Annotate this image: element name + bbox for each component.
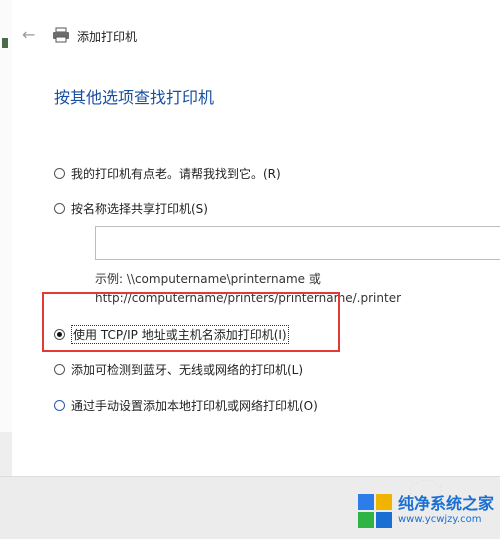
option-manual-settings-label: 通过手动设置添加本地打印机或网络打印机(O) — [71, 399, 318, 413]
windows-logo-icon — [358, 494, 392, 528]
example-line-1: 示例: \\computername\printername 或 — [95, 272, 321, 286]
page-title: 按其他选项查找打印机 — [54, 88, 215, 107]
watermark: 纯净系统之家 www.ycwjzy.com — [358, 494, 494, 528]
left-panel-fragment — [0, 432, 12, 478]
radio-manual-settings[interactable] — [54, 400, 65, 411]
shared-printer-name-input[interactable] — [95, 226, 500, 260]
watermark-title: 纯净系统之家 — [398, 494, 495, 513]
option-old-printer[interactable]: 我的打印机有点老。请帮我找到它。(R) — [54, 165, 281, 182]
printer-icon — [53, 27, 69, 43]
left-edge-icon — [2, 38, 8, 48]
option-tcpip[interactable]: 使用 TCP/IP 地址或主机名添加打印机(I) — [54, 325, 289, 344]
option-old-printer-label: 我的打印机有点老。请帮我找到它。(R) — [71, 167, 281, 181]
radio-old-printer[interactable] — [54, 168, 65, 179]
radio-shared-printer[interactable] — [54, 203, 65, 214]
option-tcpip-label: 使用 TCP/IP 地址或主机名添加打印机(I) — [71, 325, 289, 344]
option-shared-printer[interactable]: 按名称选择共享打印机(S) — [54, 200, 208, 217]
back-arrow-icon[interactable]: ← — [22, 27, 38, 43]
option-bluetooth-wireless[interactable]: 添加可检测到蓝牙、无线或网络的打印机(L) — [54, 361, 303, 378]
window-title: 添加打印机 — [77, 30, 138, 44]
option-manual-settings[interactable]: 通过手动设置添加本地打印机或网络打印机(O) — [54, 397, 318, 414]
option-shared-printer-label: 按名称选择共享打印机(S) — [71, 202, 208, 216]
radio-bluetooth-wireless[interactable] — [54, 364, 65, 375]
option-bluetooth-wireless-label: 添加可检测到蓝牙、无线或网络的打印机(L) — [71, 363, 304, 377]
radio-tcpip[interactable] — [54, 329, 65, 340]
watermark-url: www.ycwjzy.com — [398, 514, 482, 525]
